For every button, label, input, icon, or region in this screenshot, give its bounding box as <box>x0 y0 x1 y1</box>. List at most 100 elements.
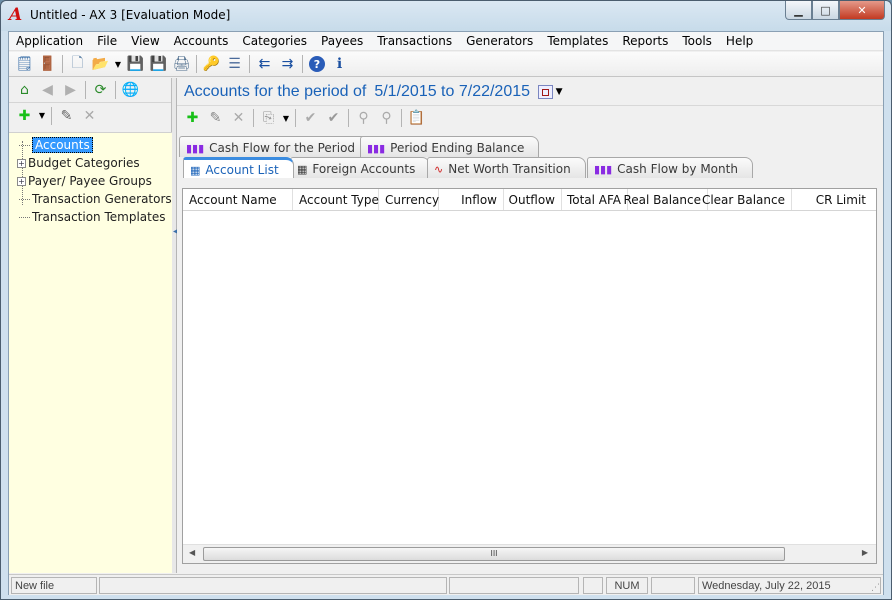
tree-item-transaction-generators[interactable]: Transaction Generators <box>19 191 172 207</box>
help-icon[interactable]: ? <box>309 56 325 72</box>
title-bar[interactable]: A Untitled - AX 3 [Evaluation Mode] ▁ □ … <box>1 1 891 31</box>
scroll-right-icon[interactable]: ▶ <box>862 548 868 557</box>
chevron-down-icon[interactable]: ▼ <box>112 53 124 75</box>
back-icon[interactable]: ◀ <box>36 79 59 101</box>
tree-item-payee-groups[interactable]: + Payer/ Payee Groups <box>17 173 152 189</box>
accounts-grid: Account Name Account Type Currency Inflo… <box>182 188 877 564</box>
menu-help[interactable]: Help <box>719 32 760 51</box>
refresh-icon[interactable]: ⟳ <box>89 79 112 101</box>
save-icon[interactable]: 💾 <box>124 53 147 75</box>
horizontal-scrollbar[interactable]: ◀ III ▶ <box>183 544 876 563</box>
tab-cash-flow-by-month[interactable]: ▮▮▮ Cash Flow by Month <box>587 157 753 178</box>
column-clear-balance[interactable]: Clear Balance <box>702 189 792 210</box>
menu-transactions[interactable]: Transactions <box>370 32 459 51</box>
menu-templates[interactable]: Templates <box>540 32 615 51</box>
tree-item-label: Budget Categories <box>28 156 140 170</box>
home-icon[interactable]: ⌂ <box>13 79 36 101</box>
line-chart-icon: ∿ <box>434 162 444 176</box>
status-bar: New file NUM Wednesday, July 22, 2015 ⋰ <box>9 574 883 595</box>
info-icon[interactable]: ℹ <box>328 53 351 75</box>
column-inflow[interactable]: Inflow <box>439 189 504 210</box>
status-pane <box>99 577 447 594</box>
num-lock-indicator: NUM <box>606 577 648 594</box>
calendar-icon[interactable] <box>538 84 554 99</box>
resize-grip-icon[interactable]: ⋰ <box>871 583 880 593</box>
app-logo-icon: A <box>9 5 23 25</box>
minimize-button[interactable]: ▁ <box>785 1 812 20</box>
column-total-afa[interactable]: Total AFA <box>562 189 628 210</box>
list-icon[interactable]: ☰ <box>223 53 246 75</box>
menu-categories[interactable]: Categories <box>235 32 314 51</box>
copy-icon[interactable]: ⎘ <box>257 107 280 129</box>
column-account-type[interactable]: Account Type <box>293 189 379 210</box>
tab-account-list[interactable]: ▦ Account List <box>183 157 294 178</box>
menu-bar: Application File View Accounts Categorie… <box>9 32 883 51</box>
edit-icon[interactable]: ✎ <box>204 107 227 129</box>
menu-accounts[interactable]: Accounts <box>167 32 236 51</box>
chevron-down-icon[interactable]: ▼ <box>280 107 292 129</box>
open-folder-icon[interactable]: 📂 <box>89 53 112 75</box>
print-icon[interactable]: 🖨 <box>170 53 193 75</box>
tree-item-accounts[interactable]: Accounts <box>19 137 93 153</box>
save-as-icon[interactable]: 💾 <box>147 53 170 75</box>
menu-view[interactable]: View <box>124 32 166 51</box>
close-button[interactable]: ✕ <box>839 1 885 20</box>
tab-net-worth-transition[interactable]: ∿ Net Worth Transition <box>427 157 586 178</box>
delete-icon[interactable]: ✕ <box>78 105 101 127</box>
column-cr-limit[interactable]: CR Limit <box>792 189 872 210</box>
delete-icon[interactable]: ✕ <box>227 107 250 129</box>
content-pane: Accounts for the period of 5/1/2015 to 7… <box>177 78 883 573</box>
tree-item-transaction-templates[interactable]: Transaction Templates <box>19 209 165 225</box>
column-real-balance[interactable]: Real Balance <box>623 189 708 210</box>
add-icon[interactable]: ✚ <box>13 105 36 127</box>
expand-icon[interactable]: + <box>17 158 26 168</box>
expand-icon[interactable]: + <box>17 176 26 186</box>
menu-application[interactable]: Application <box>9 32 90 51</box>
bar-chart-icon: ▮▮▮ <box>186 141 205 155</box>
toolbar-separator <box>401 109 402 127</box>
toolbar-separator <box>115 81 116 99</box>
chevron-down-icon[interactable]: ▼ <box>553 81 565 103</box>
menu-generators[interactable]: Generators <box>459 32 540 51</box>
status-message: New file <box>11 577 97 594</box>
column-account-name[interactable]: Account Name <box>183 189 293 210</box>
tab-foreign-accounts[interactable]: ▦ Foreign Accounts <box>290 157 431 178</box>
filter-icon[interactable]: ⚲ <box>352 107 375 129</box>
tab-period-ending-balance[interactable]: ▮▮▮ Period Ending Balance <box>360 136 540 157</box>
key-icon[interactable]: 🔑 <box>200 53 223 75</box>
import-icon[interactable]: ⇇ <box>253 53 276 75</box>
new-file-icon[interactable]: 🗋 <box>66 53 89 75</box>
menu-payees[interactable]: Payees <box>314 32 370 51</box>
scrollbar-thumb[interactable]: III <box>203 547 785 561</box>
app-window: A Untitled - AX 3 [Evaluation Mode] ▁ □ … <box>0 0 892 600</box>
properties-icon[interactable]: 🗒 <box>13 53 36 75</box>
maximize-button[interactable]: □ <box>812 1 839 20</box>
chevron-down-icon[interactable]: ▼ <box>36 105 48 127</box>
status-date: Wednesday, July 22, 2015 <box>698 577 881 594</box>
check-all-icon[interactable]: ✔ <box>322 107 345 129</box>
filter-clear-icon[interactable]: ⚲ <box>375 107 398 129</box>
menu-tools[interactable]: Tools <box>675 32 719 51</box>
column-currency[interactable]: Currency <box>379 189 439 210</box>
menu-reports[interactable]: Reports <box>615 32 675 51</box>
add-icon[interactable]: ✚ <box>181 107 204 129</box>
edit-icon[interactable]: ✎ <box>55 105 78 127</box>
paste-icon[interactable]: 📋 <box>405 107 428 129</box>
main-toolbar: 🗒 🚪 🗋 📂 ▼ 💾 💾 🖨 🔑 ☰ ⇇ ⇉ ? ℹ <box>9 52 883 77</box>
export-icon[interactable]: ⇉ <box>276 53 299 75</box>
period-dates[interactable]: 5/1/2015 to 7/22/2015 <box>374 83 530 101</box>
scroll-left-icon[interactable]: ◀ <box>189 548 195 557</box>
tree-item-budget-categories[interactable]: + Budget Categories <box>17 155 140 171</box>
forward-icon[interactable]: ▶ <box>59 79 82 101</box>
tab-cash-flow-period[interactable]: ▮▮▮ Cash Flow for the Period <box>179 136 371 157</box>
status-pane <box>583 577 603 594</box>
exit-icon[interactable]: 🚪 <box>36 53 59 75</box>
menu-file[interactable]: File <box>90 32 124 51</box>
bar-chart-icon: ▮▮▮ <box>594 162 613 176</box>
column-outflow[interactable]: Outflow <box>504 189 562 210</box>
globe-icon[interactable]: 🌐 <box>119 79 142 101</box>
toolbar-separator <box>196 55 197 73</box>
check-icon[interactable]: ✔ <box>299 107 322 129</box>
navigation-toolbar: ⌂ ◀ ▶ ⟳ 🌐 <box>9 78 171 103</box>
tree-toolbar: ✚ ▼ ✎ ✕ <box>9 103 171 128</box>
